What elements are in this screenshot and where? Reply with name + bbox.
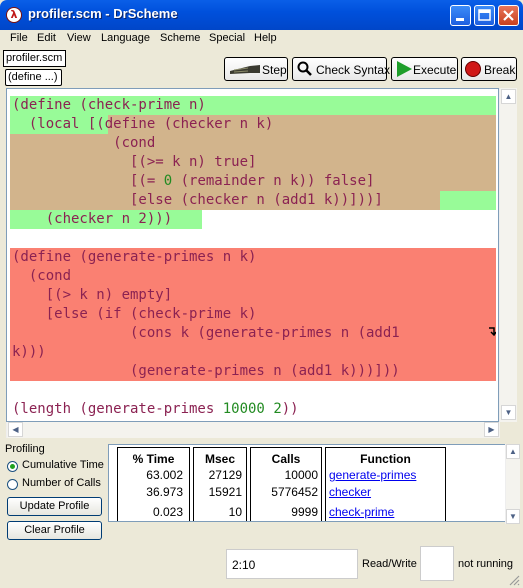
- code-line: [(>= k n) true]: [12, 154, 257, 170]
- table-cell: 36.973: [146, 485, 183, 499]
- function-column: Function generate-primes checker check-p…: [325, 447, 446, 521]
- menu-language[interactable]: Language: [101, 32, 150, 44]
- number-of-calls-radio[interactable]: [7, 479, 18, 490]
- code-line: (generate-primes n (add1 k)))])): [12, 363, 400, 379]
- profiling-title: Profiling: [5, 443, 45, 455]
- calls-header: Calls: [271, 452, 301, 466]
- code-line: (cons k (generate-primes n (add1: [12, 325, 400, 341]
- editor-vertical-scrollbar[interactable]: ▲ ▼: [499, 88, 517, 422]
- break-button[interactable]: Break: [461, 57, 517, 81]
- code-line: [(> k n) empty]: [12, 287, 173, 303]
- cursor-position-box: 2:10: [226, 549, 358, 579]
- code-line: (cond: [12, 268, 72, 284]
- menu-file[interactable]: File: [10, 32, 28, 44]
- table-cell: 0.023: [152, 505, 183, 519]
- table-cell: 15921: [208, 485, 242, 499]
- cumulative-time-radio[interactable]: [7, 461, 18, 472]
- menu-edit[interactable]: Edit: [37, 32, 56, 44]
- cumulative-time-label[interactable]: Cumulative Time: [22, 459, 104, 471]
- function-link[interactable]: check-prime: [329, 505, 394, 519]
- step-label: Step: [262, 63, 287, 77]
- scroll-up-icon[interactable]: ▲: [506, 444, 520, 459]
- maximize-icon: [478, 9, 491, 21]
- read-write-status[interactable]: Read/Write: [362, 558, 417, 570]
- menu-view[interactable]: View: [67, 32, 91, 44]
- code-line: (local [(define (checker n k): [12, 116, 274, 132]
- function-link[interactable]: checker: [329, 485, 371, 499]
- file-tab[interactable]: profiler.scm: [3, 50, 66, 67]
- drscheme-lambda-icon[interactable]: λ: [6, 7, 22, 23]
- table-cell: 5776452: [271, 485, 318, 499]
- menu-special[interactable]: Special: [209, 32, 245, 44]
- profile-results-table: % Time 63.002 36.973 0.023 Msec 27129 15…: [108, 444, 508, 522]
- pct-time-header: % Time: [132, 452, 175, 466]
- update-profile-button[interactable]: Update Profile: [7, 497, 102, 516]
- cursor-position: 2:10: [232, 558, 256, 572]
- play-triangle-icon: [397, 61, 412, 77]
- magnifier-icon: [297, 61, 312, 76]
- code-line: (define (check-prime n): [12, 97, 206, 113]
- code-line: [else (if (check-prime k): [12, 306, 257, 322]
- step-button[interactable]: Step: [224, 57, 288, 81]
- scroll-up-icon[interactable]: ▲: [501, 89, 516, 104]
- running-status: not running: [458, 558, 514, 570]
- menu-help[interactable]: Help: [254, 32, 277, 44]
- number-of-calls-label[interactable]: Number of Calls: [22, 477, 101, 489]
- scroll-down-icon[interactable]: ▼: [501, 405, 516, 420]
- stop-icon: [465, 61, 481, 77]
- pct-time-column: % Time 63.002 36.973 0.023: [117, 447, 190, 521]
- status-bar: 2:10 Read/Write not running: [0, 540, 523, 588]
- close-button[interactable]: [498, 5, 519, 26]
- resize-grip-icon[interactable]: [508, 574, 520, 586]
- msec-column: Msec 27129 15921 10: [193, 447, 247, 521]
- scroll-down-icon[interactable]: ▼: [506, 509, 520, 524]
- editor-horizontal-scrollbar[interactable]: ◀ ▶: [6, 422, 500, 438]
- minimize-button[interactable]: [450, 5, 471, 26]
- code-line: [else (checker n (add1 k))]))]: [12, 192, 383, 208]
- maximize-button[interactable]: [474, 5, 495, 26]
- execute-label: Execute: [413, 63, 457, 77]
- table-cell: 10000: [284, 468, 318, 482]
- window-title: profiler.scm - DrScheme: [28, 6, 178, 21]
- menu-bar: File Edit View Language Scheme Special H…: [0, 30, 523, 48]
- define-menu[interactable]: (define ...): [5, 69, 62, 86]
- execute-button[interactable]: Execute: [391, 57, 458, 81]
- calls-column: Calls 10000 5776452 9999: [250, 447, 322, 521]
- scroll-right-icon[interactable]: ▶: [484, 422, 499, 437]
- table-cell: 27129: [208, 468, 242, 482]
- check-syntax-button[interactable]: Check Syntax: [292, 57, 391, 81]
- clear-profile-button[interactable]: Clear Profile: [7, 521, 102, 540]
- definitions-editor[interactable]: (define (check-prime n) (local [(define …: [6, 88, 499, 422]
- line-wrap-arrow-icon: [489, 327, 496, 336]
- function-header: Function: [360, 452, 411, 466]
- code-line: [(= 0 (remainder n k)) false]: [12, 173, 375, 189]
- minimize-icon: [456, 18, 464, 21]
- menu-scheme[interactable]: Scheme: [160, 32, 200, 44]
- step-footprint-icon: [230, 65, 260, 74]
- check-syntax-label: Check Syntax: [316, 63, 391, 77]
- close-icon: [503, 10, 514, 21]
- code-line: (checker n 2))): [12, 211, 173, 227]
- code-line: (define (generate-primes n k): [12, 249, 257, 265]
- code-line: (length (generate-primes 10000 2)): [12, 401, 299, 417]
- code-line: (cond: [12, 135, 156, 151]
- table-cell: 10: [228, 505, 242, 519]
- profile-vertical-scrollbar[interactable]: ▲ ▼: [505, 444, 520, 524]
- msec-header: Msec: [204, 452, 236, 466]
- function-link[interactable]: generate-primes: [329, 468, 416, 482]
- table-cell: 9999: [291, 505, 318, 519]
- break-label: Break: [484, 63, 516, 77]
- scroll-left-icon[interactable]: ◀: [8, 422, 23, 437]
- table-cell: 63.002: [146, 468, 183, 482]
- code-line: k))): [12, 344, 46, 360]
- gc-indicator: [420, 546, 454, 581]
- title-bar[interactable]: λ profiler.scm - DrScheme: [0, 0, 523, 30]
